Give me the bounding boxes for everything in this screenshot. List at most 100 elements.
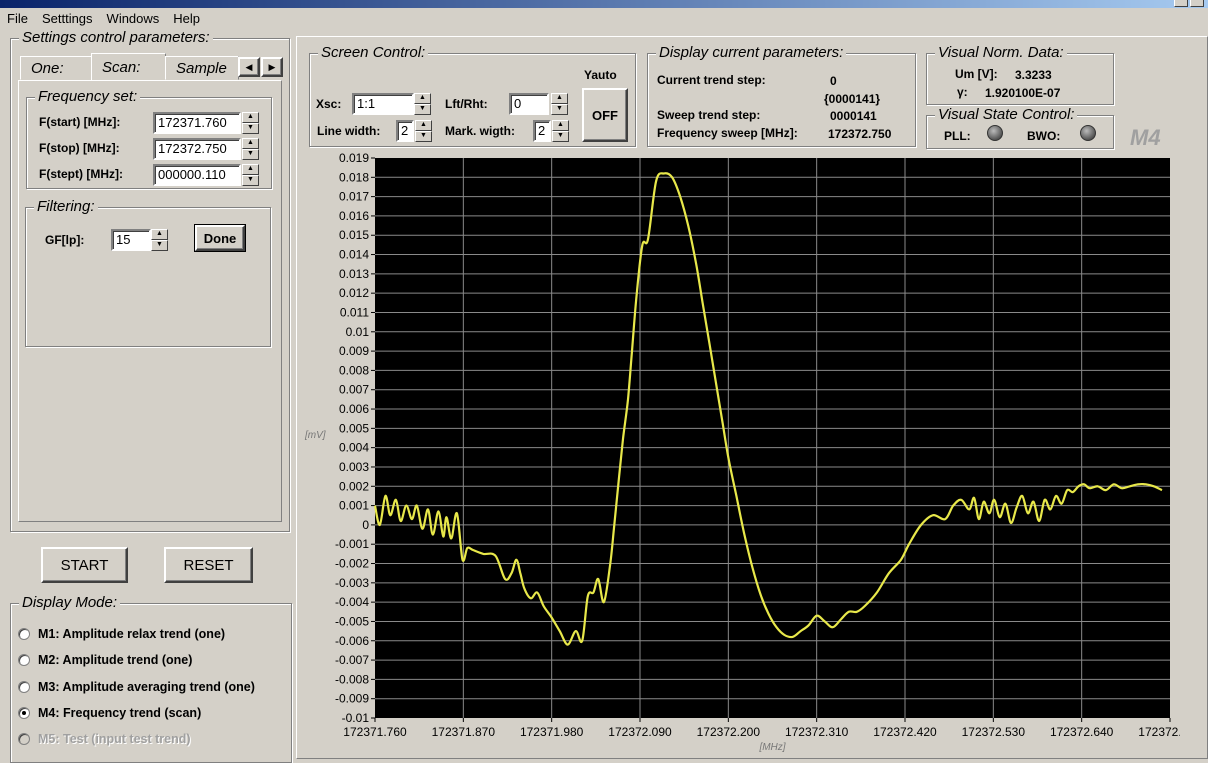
mode-m5-option: M5: Test (input test trend) bbox=[18, 732, 191, 746]
y-tick-label: -0.006 bbox=[335, 634, 369, 648]
tab-scroll-left-button[interactable]: ◀ bbox=[238, 57, 260, 77]
y-tick-label: 0.015 bbox=[339, 228, 369, 242]
bwo-label: BWO: bbox=[1027, 129, 1061, 143]
reset-button[interactable]: RESET bbox=[164, 547, 253, 583]
x-tick-label: 172372.640 bbox=[1050, 725, 1114, 739]
current-trend-value: 0 bbox=[830, 74, 837, 88]
radio-icon[interactable] bbox=[18, 628, 30, 640]
menu-windows[interactable]: Windows bbox=[100, 11, 167, 26]
y-tick-label: 0.013 bbox=[339, 267, 369, 281]
y-tick-label: -0.004 bbox=[335, 595, 369, 609]
x-tick-label: 172372.420 bbox=[873, 725, 937, 739]
minimize-icon[interactable] bbox=[1174, 0, 1188, 7]
current-params-title: Display current parameters: bbox=[656, 44, 847, 61]
y-tick-label: -0.007 bbox=[335, 653, 369, 667]
menu-file[interactable]: File bbox=[0, 11, 35, 26]
gf-input[interactable]: 15 bbox=[111, 229, 151, 251]
lftrht-input[interactable]: 0 bbox=[509, 93, 549, 115]
mode-m3-option[interactable]: M3: Amplitude averaging trend (one) bbox=[18, 680, 255, 694]
linewidth-spinner[interactable]: ▲ ▼ bbox=[415, 120, 432, 142]
screen-control-title: Screen Control: bbox=[318, 44, 429, 61]
radio-disabled-icon bbox=[18, 733, 30, 745]
y-tick-label: -0.003 bbox=[335, 576, 369, 590]
fstop-spinner[interactable]: ▲ ▼ bbox=[242, 138, 259, 160]
fstop-label: F(stop) [MHz]: bbox=[39, 141, 120, 155]
window-controls bbox=[1174, 0, 1204, 7]
pll-indicator-icon bbox=[987, 125, 1003, 144]
yauto-label: Yauto bbox=[584, 68, 617, 82]
y-tick-label: 0.012 bbox=[339, 286, 369, 300]
yauto-off-button[interactable]: OFF bbox=[582, 88, 628, 142]
frequency-trend-chart: 0.019 0.018 0.017 0.016 0.015 0.014 0.013 0.012… bbox=[304, 151, 1180, 753]
markwidth-spinner[interactable]: ▲ ▼ bbox=[552, 120, 569, 142]
gf-spinner[interactable]: ▲ ▼ bbox=[151, 229, 168, 251]
start-button[interactable]: START bbox=[41, 547, 128, 583]
mode-m1-option[interactable]: M1: Amplitude relax trend (one) bbox=[18, 627, 225, 641]
y-tick-label: 0.004 bbox=[339, 441, 369, 455]
menu-bar: File Setttings Windows Help bbox=[0, 8, 1208, 28]
y-axis-label: [mV] bbox=[304, 430, 326, 441]
gf-label: GF[lp]: bbox=[45, 233, 85, 247]
maximize-icon[interactable] bbox=[1190, 0, 1204, 7]
tab-one[interactable]: One: bbox=[20, 56, 92, 80]
markwidth-input[interactable]: 2 bbox=[533, 120, 551, 142]
fstop-input[interactable]: 172372.750 bbox=[153, 138, 241, 160]
y-tick-label: -0.005 bbox=[335, 614, 369, 628]
gamma-value: 1.920100E-07 bbox=[985, 86, 1061, 100]
gamma-label: γ: bbox=[957, 85, 968, 99]
fstep-spinner[interactable]: ▲ ▼ bbox=[242, 164, 259, 186]
y-tick-label: -0.01 bbox=[342, 711, 370, 725]
linewidth-label: Line width: bbox=[317, 124, 381, 138]
x-tick-label: 172372.530 bbox=[962, 725, 1026, 739]
fstart-spinner[interactable]: ▲ ▼ bbox=[242, 112, 259, 134]
x-tick-label: 172371.870 bbox=[432, 725, 496, 739]
arrow-left-icon: ◀ bbox=[245, 61, 253, 72]
sweep-trend-value: 0000141 bbox=[830, 109, 877, 123]
x-tick-label: 172372.750 bbox=[1138, 725, 1180, 739]
xsc-input[interactable]: 1:1 bbox=[352, 93, 414, 115]
tab-sample[interactable]: Sample bbox=[165, 56, 239, 80]
menu-help[interactable]: Help bbox=[166, 11, 207, 26]
y-tick-label: -0.008 bbox=[335, 672, 369, 686]
y-tick-label: 0.002 bbox=[339, 479, 369, 493]
lftrht-spinner[interactable]: ▲ ▼ bbox=[551, 93, 568, 115]
radio-selected-icon[interactable] bbox=[18, 707, 30, 719]
norm-data-title: Visual Norm. Data: bbox=[935, 44, 1067, 61]
x-tick-label: 172372.310 bbox=[785, 725, 849, 739]
pll-label: PLL: bbox=[944, 129, 971, 143]
freq-sweep-label: Frequency sweep [MHz]: bbox=[657, 126, 798, 140]
current-trend-sub: {0000141} bbox=[824, 92, 881, 106]
x-axis-label: [MHz] bbox=[758, 742, 785, 753]
plot-area bbox=[375, 158, 1170, 718]
y-tick-label: 0.007 bbox=[339, 383, 369, 397]
linewidth-input[interactable]: 2 bbox=[396, 120, 414, 142]
y-tick-label: 0.017 bbox=[339, 190, 369, 204]
mode-m2-option[interactable]: M2: Amplitude trend (one) bbox=[18, 653, 192, 667]
fstart-input[interactable]: 172371.760 bbox=[153, 112, 241, 134]
sweep-trend-label: Sweep trend step: bbox=[657, 108, 761, 122]
y-tick-label: 0.014 bbox=[339, 248, 369, 262]
x-tick-label: 172371.760 bbox=[343, 725, 407, 739]
markwidth-label: Mark. wigth: bbox=[445, 124, 516, 138]
x-tick-label: 172372.090 bbox=[608, 725, 672, 739]
lftrht-label: Lft/Rht: bbox=[445, 97, 488, 111]
display-mode-title: Display Mode: bbox=[19, 594, 121, 611]
y-tick-label: -0.001 bbox=[335, 537, 369, 551]
state-control-title: Visual State Control: bbox=[935, 106, 1078, 123]
tab-scan[interactable]: Scan: bbox=[91, 53, 166, 81]
y-tick-label: 0.006 bbox=[339, 402, 369, 416]
radio-icon[interactable] bbox=[18, 654, 30, 666]
tab-scroll-right-button[interactable]: ▶ bbox=[261, 57, 283, 77]
mode-m4-option[interactable]: M4: Frequency trend (scan) bbox=[18, 706, 201, 720]
y-tick-label: 0.009 bbox=[339, 344, 369, 358]
radio-icon[interactable] bbox=[18, 681, 30, 693]
current-trend-label: Current trend step: bbox=[657, 73, 766, 87]
y-tick-label: 0.01 bbox=[346, 325, 370, 339]
bwo-indicator-icon bbox=[1080, 125, 1096, 144]
xsc-spinner[interactable]: ▲ ▼ bbox=[414, 93, 431, 115]
settings-panel-title: Settings control parameters: bbox=[19, 29, 213, 46]
menu-settings[interactable]: Setttings bbox=[35, 11, 100, 26]
fstep-input[interactable]: 000000.110 bbox=[153, 164, 241, 186]
done-button[interactable]: Done bbox=[194, 224, 246, 252]
xsc-label: Xsc: bbox=[316, 97, 342, 111]
